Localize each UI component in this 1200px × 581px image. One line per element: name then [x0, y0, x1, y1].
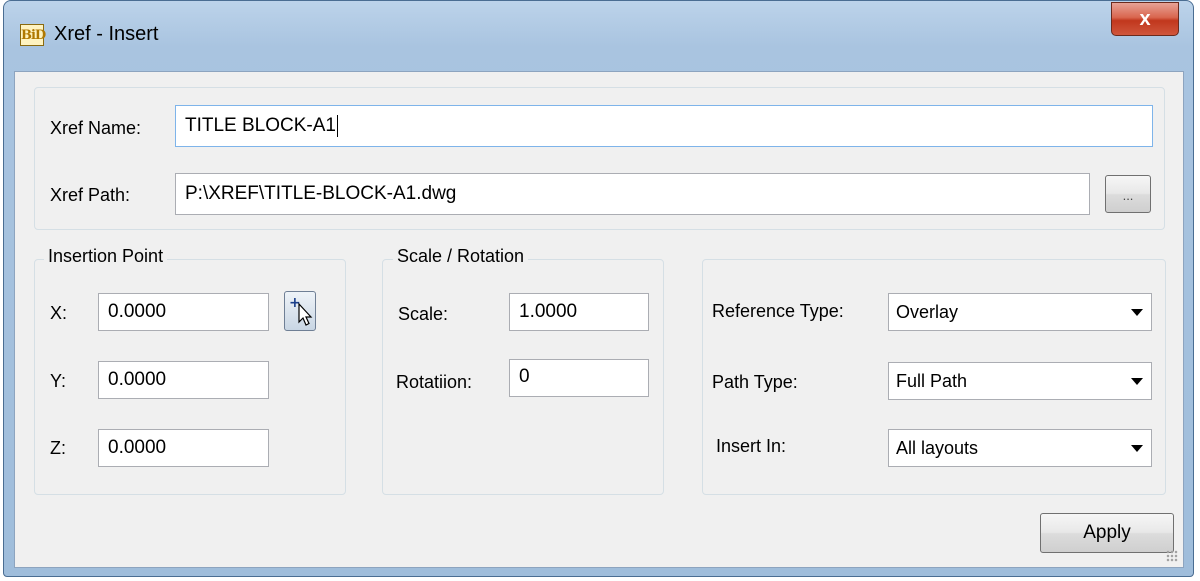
window-title: Xref - Insert — [54, 23, 159, 45]
chevron-down-icon — [1131, 445, 1143, 452]
rotation-label: Rotatiion: — [396, 372, 473, 392]
y-coordinate-input[interactable]: 0.0000 — [98, 361, 269, 399]
insertion-point-group-label: Insertion Point — [44, 246, 168, 267]
z-coordinate-value: 0.0000 — [108, 437, 167, 458]
path-type-dropdown[interactable]: Full Path — [888, 362, 1152, 400]
scale-input[interactable]: 1.0000 — [509, 293, 649, 331]
close-button[interactable]: x — [1111, 2, 1179, 36]
z-label: Z: — [50, 438, 66, 458]
browse-button[interactable]: ... — [1105, 175, 1151, 213]
scale-label: Scale: — [398, 304, 449, 324]
chevron-down-icon — [1131, 378, 1143, 385]
xref-path-label: Xref Path: — [50, 185, 131, 205]
pick-point-button[interactable]: + — [284, 291, 316, 331]
browse-button-label: ... — [1122, 188, 1134, 203]
dialog-window: BiD Xref - Insert x Xref Name: TITLE BLO… — [3, 0, 1194, 577]
chevron-down-icon — [1131, 309, 1143, 316]
xref-path-value: P:\XREF\TITLE-BLOCK-A1.dwg — [185, 183, 457, 204]
xref-name-value: TITLE BLOCK-A1 — [185, 115, 336, 136]
x-coordinate-input[interactable]: 0.0000 — [98, 293, 269, 331]
reference-type-dropdown[interactable]: Overlay — [888, 293, 1152, 331]
xref-name-input[interactable]: TITLE BLOCK-A1 — [175, 105, 1153, 147]
scale-value: 1.0000 — [519, 301, 578, 322]
insert-in-dropdown[interactable]: All layouts — [888, 429, 1152, 467]
text-caret — [337, 115, 338, 137]
insert-in-value: All layouts — [896, 437, 979, 458]
y-coordinate-value: 0.0000 — [108, 369, 167, 390]
reference-type-value: Overlay — [896, 301, 959, 322]
z-coordinate-input[interactable]: 0.0000 — [98, 429, 269, 467]
path-type-label: Path Type: — [712, 372, 798, 392]
close-icon: x — [1139, 8, 1151, 30]
scale-rotation-group-label: Scale / Rotation — [393, 246, 529, 267]
rotation-input[interactable]: 0 — [509, 359, 649, 397]
x-label: X: — [50, 303, 68, 323]
app-logo-icon: BiD — [20, 24, 46, 46]
pick-point-cursor-icon: + — [289, 295, 313, 326]
insert-in-label: Insert In: — [716, 436, 787, 456]
x-coordinate-value: 0.0000 — [108, 301, 167, 322]
apply-button-label: Apply — [1083, 522, 1131, 543]
dialog-client-area: Xref Name: TITLE BLOCK-A1 Xref Path: P:\… — [14, 71, 1184, 568]
path-type-value: Full Path — [896, 370, 968, 391]
apply-button[interactable]: Apply — [1040, 513, 1174, 553]
xref-name-label: Xref Name: — [50, 118, 142, 138]
y-label: Y: — [50, 371, 67, 391]
reference-type-label: Reference Type: — [712, 301, 844, 321]
title-bar[interactable]: BiD Xref - Insert x — [4, 1, 1193, 71]
xref-path-input[interactable]: P:\XREF\TITLE-BLOCK-A1.dwg — [175, 173, 1090, 215]
rotation-value: 0 — [519, 366, 530, 387]
resize-grip-icon[interactable] — [1166, 550, 1178, 562]
